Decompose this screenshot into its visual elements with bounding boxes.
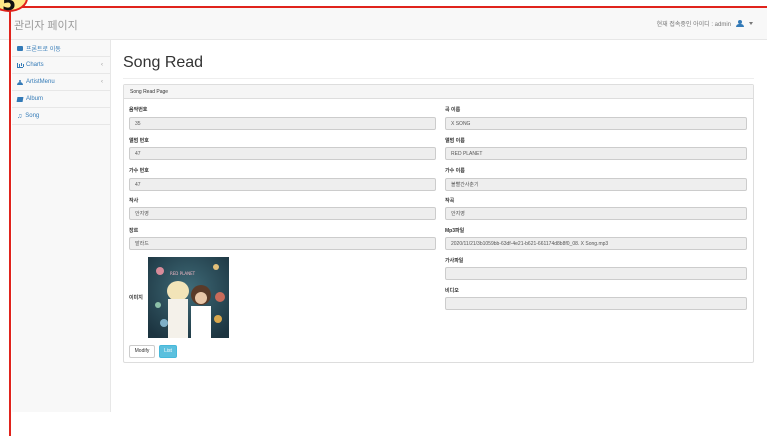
sidebar-item-front[interactable]: 프론트로 이동 — [12, 40, 110, 57]
bar-chart-icon — [17, 62, 23, 68]
composer-label: 작곡 — [445, 198, 455, 204]
sidebar-item-label: 프론트로 이동 — [26, 46, 61, 53]
album-no-label: 앨범 번호 — [129, 138, 149, 144]
user-session: 현재 접속중인 아이디 : admin — [657, 19, 753, 28]
mp3-label: Mp3파일 — [445, 228, 465, 234]
video-field[interactable] — [445, 297, 747, 310]
chevron-left-icon: ‹ — [101, 62, 103, 68]
top-navbar: 관리자 페이지 현재 접속중인 아이디 : admin — [0, 8, 767, 40]
brand-title[interactable]: 관리자 페이지 — [14, 17, 78, 33]
user-icon[interactable] — [736, 20, 744, 27]
dashboard-icon — [17, 45, 23, 51]
sidebar: 프론트로 이동 Charts ‹ ArtistMenu ‹ Album ♫ So… — [12, 40, 111, 412]
lyrics-file-field[interactable] — [445, 267, 747, 280]
book-icon — [16, 96, 24, 102]
sidebar-item-artist-menu[interactable]: ArtistMenu ‹ — [12, 74, 110, 91]
artist-name-field[interactable]: 볼빨간사춘기 — [445, 178, 747, 191]
lyrics-file-label: 가사파일 — [445, 258, 464, 264]
genre-label: 장르 — [129, 228, 139, 234]
composer-field[interactable]: 안지영 — [445, 207, 747, 220]
chevron-left-icon: ‹ — [101, 79, 103, 85]
sidebar-item-label: Album — [26, 96, 44, 102]
modify-button[interactable]: Modify — [129, 345, 155, 358]
song-name-field[interactable]: X SONG — [445, 117, 747, 130]
music-icon: ♫ — [17, 112, 23, 120]
album-name-label: 앨범 이름 — [445, 138, 465, 144]
sidebar-item-song[interactable]: ♫ Song — [12, 108, 110, 125]
album-name-field[interactable]: RED PLANET — [445, 147, 747, 160]
genre-field[interactable]: 발라드 — [129, 237, 436, 250]
artist-no-label: 가수 번호 — [129, 168, 149, 174]
sidebar-item-album[interactable]: Album — [12, 91, 110, 108]
lyricist-label: 작사 — [129, 198, 139, 204]
album-no-field[interactable]: 47 — [129, 147, 436, 160]
image-label: 이미지 — [129, 295, 143, 301]
song-no-label: 음악번호 — [129, 107, 148, 113]
user-icon — [17, 79, 23, 85]
sidebar-item-label: Song — [25, 113, 40, 119]
divider — [123, 78, 754, 79]
page-title: Song Read — [123, 54, 204, 71]
mp3-field[interactable]: 2020/11/21/3b1059bb-63df-4e21-b621-66117… — [445, 237, 747, 250]
artist-name-label: 가수 이름 — [445, 168, 465, 174]
video-label: 비디오 — [445, 288, 459, 294]
artist-no-field[interactable]: 47 — [129, 178, 436, 191]
song-name-label: 곡 이름 — [445, 107, 461, 113]
lyricist-field[interactable]: 안지영 — [129, 207, 436, 220]
session-text: 현재 접속중인 아이디 : admin — [656, 22, 731, 28]
sidebar-item-charts[interactable]: Charts ‹ — [12, 57, 110, 74]
panel-heading: Song Read Page — [124, 85, 753, 99]
album-cover-image: RED PLANET — [148, 257, 229, 338]
sidebar-item-label: Charts — [26, 62, 44, 68]
song-no-field[interactable]: 35 — [129, 117, 436, 130]
chevron-down-icon[interactable] — [749, 22, 753, 25]
list-button[interactable]: List — [159, 345, 177, 358]
sidebar-item-label: ArtistMenu — [26, 79, 55, 85]
svg-text:RED PLANET: RED PLANET — [170, 271, 196, 276]
